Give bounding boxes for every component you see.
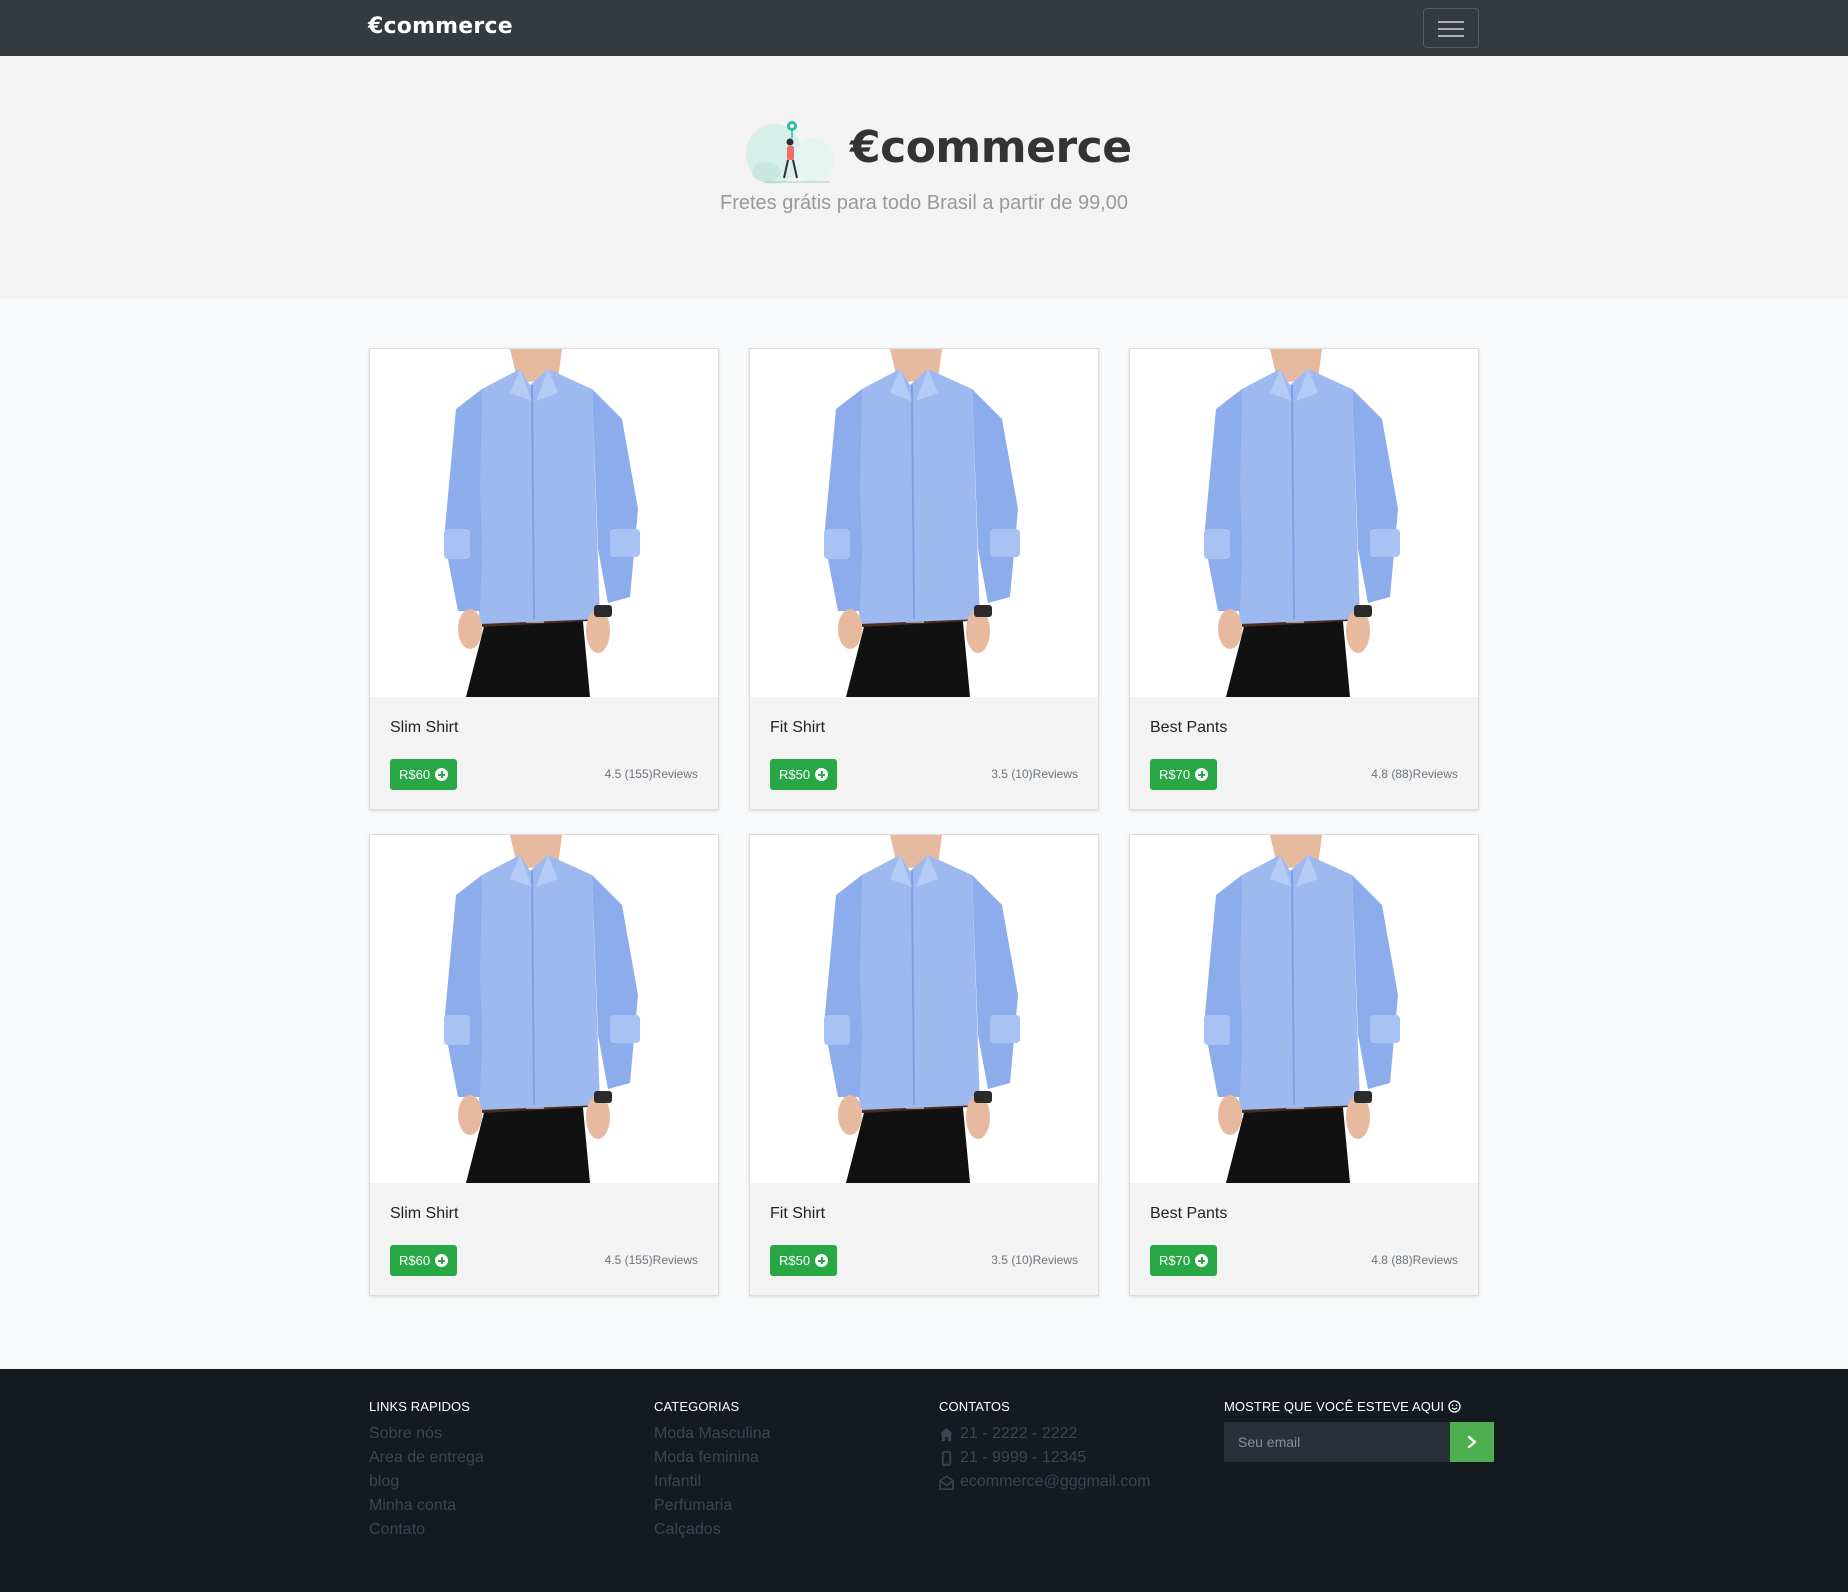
add-to-cart-button[interactable]: R$70: [1150, 1245, 1218, 1276]
newsletter-form: [1224, 1422, 1494, 1462]
product-reviews: 4.5 (155)Reviews: [604, 767, 698, 781]
product-price: R$70: [1159, 1253, 1191, 1268]
hamburger-icon-bar: [1438, 35, 1464, 37]
product-name[interactable]: Best Pants: [1150, 719, 1227, 737]
product-price: R$50: [779, 1253, 811, 1268]
footer-quick-links: LINKS RAPIDOS Sobre nós Area de entrega …: [369, 1399, 484, 1542]
product-card[interactable]: Best Pants R$70 4.8 (88)Reviews: [1129, 348, 1479, 810]
smile-icon: [1448, 1400, 1461, 1413]
plus-circle-icon: [1195, 768, 1209, 781]
delivery-illustration-icon: [746, 121, 834, 184]
footer-link-sobre-nos[interactable]: Sobre nós: [369, 1422, 484, 1446]
product-reviews: 4.8 (88)Reviews: [1371, 767, 1458, 781]
add-to-cart-button[interactable]: R$60: [390, 759, 458, 790]
plus-circle-icon: [815, 1254, 829, 1267]
footer-link-contato[interactable]: Contato: [369, 1518, 484, 1542]
footer-link-moda-feminina[interactable]: Moda feminina: [654, 1446, 771, 1470]
product-reviews: 4.8 (88)Reviews: [1371, 1253, 1458, 1267]
shirt-image: [1203, 349, 1401, 697]
footer-link-perfumaria[interactable]: Perfumaria: [654, 1494, 771, 1518]
hero-section: €commerce Fretes grátis para todo Brasil…: [0, 56, 1848, 299]
footer: LINKS RAPIDOS Sobre nós Area de entrega …: [0, 1369, 1848, 1592]
contact-mobile: 21 - 9999 - 12345: [939, 1446, 1151, 1470]
footer-heading: CONTATOS: [939, 1399, 1010, 1414]
product-card[interactable]: Slim Shirt R$60 4.5 (155)Reviews: [369, 348, 719, 810]
shirt-image: [1203, 835, 1401, 1183]
plus-circle-icon: [815, 768, 829, 781]
footer-link-blog[interactable]: blog: [369, 1470, 484, 1494]
contact-phone: 21 - 2222 - 2222: [939, 1422, 1151, 1446]
email-input[interactable]: [1224, 1422, 1450, 1462]
hero-title: €commerce: [850, 122, 1132, 173]
hero-subtitle: Fretes grátis para todo Brasil a partir …: [720, 192, 1128, 214]
shirt-image: [823, 349, 1021, 697]
product-name[interactable]: Fit Shirt: [770, 719, 825, 737]
product-card[interactable]: Fit Shirt R$50 3.5 (10)Reviews: [749, 834, 1099, 1296]
hamburger-icon-bar: [1438, 28, 1464, 30]
contact-email: ecommerce@gggmail.com: [939, 1470, 1151, 1494]
product-name[interactable]: Fit Shirt: [770, 1205, 825, 1223]
product-card[interactable]: Slim Shirt R$60 4.5 (155)Reviews: [369, 834, 719, 1296]
home-icon: [939, 1427, 954, 1441]
contact-mobile-text: 21 - 9999 - 12345: [960, 1449, 1087, 1466]
footer-link-infantil[interactable]: Infantil: [654, 1470, 771, 1494]
product-price: R$50: [779, 767, 811, 782]
menu-toggle-button[interactable]: [1423, 8, 1479, 48]
plus-circle-icon: [1195, 1254, 1209, 1267]
product-price: R$70: [1159, 767, 1191, 782]
hamburger-icon-bar: [1438, 21, 1464, 23]
plus-circle-icon: [435, 768, 449, 781]
contact-phone-text: 21 - 2222 - 2222: [960, 1425, 1078, 1442]
product-image[interactable]: [1130, 349, 1478, 697]
plus-circle-icon: [435, 1254, 449, 1267]
footer-link-moda-masculina[interactable]: Moda Masculina: [654, 1422, 771, 1446]
product-name[interactable]: Slim Shirt: [390, 719, 458, 737]
footer-heading: CATEGORIAS: [654, 1399, 740, 1414]
product-image[interactable]: [750, 835, 1098, 1183]
footer-categories: CATEGORIAS Moda Masculina Moda feminina …: [654, 1399, 771, 1542]
chevron-right-icon: [1467, 1435, 1477, 1449]
footer-heading: LINKS RAPIDOS: [369, 1399, 470, 1414]
contact-email-text[interactable]: ecommerce@gggmail.com: [960, 1470, 1151, 1494]
product-price: R$60: [399, 1253, 431, 1268]
navbar: €commerce: [0, 0, 1848, 56]
footer-link-minha-conta[interactable]: Minha conta: [369, 1494, 484, 1518]
navbar-brand[interactable]: €commerce: [368, 14, 513, 39]
newsletter-title: MOSTRE QUE VOCÊ ESTEVE AQUI: [1224, 1399, 1445, 1414]
product-name[interactable]: Best Pants: [1150, 1205, 1227, 1223]
add-to-cart-button[interactable]: R$50: [770, 759, 838, 790]
product-image[interactable]: [750, 349, 1098, 697]
add-to-cart-button[interactable]: R$50: [770, 1245, 838, 1276]
add-to-cart-button[interactable]: R$70: [1150, 759, 1218, 790]
product-price: R$60: [399, 767, 431, 782]
shirt-image: [443, 349, 641, 697]
product-card[interactable]: Best Pants R$70 4.8 (88)Reviews: [1129, 834, 1479, 1296]
product-image[interactable]: [370, 835, 718, 1183]
footer-heading: MOSTRE QUE VOCÊ ESTEVE AQUI: [1224, 1399, 1494, 1414]
add-to-cart-button[interactable]: R$60: [390, 1245, 458, 1276]
submit-email-button[interactable]: [1450, 1422, 1494, 1462]
mobile-phone-icon: [941, 1450, 952, 1466]
product-reviews: 4.5 (155)Reviews: [604, 1253, 698, 1267]
product-reviews: 3.5 (10)Reviews: [991, 767, 1078, 781]
product-card[interactable]: Fit Shirt R$50 3.5 (10)Reviews: [749, 348, 1099, 810]
footer-contacts: CONTATOS 21 - 2222 - 2222 21 - 9999 - 12…: [939, 1399, 1151, 1494]
envelope-open-icon: [939, 1475, 954, 1490]
shirt-image: [443, 835, 641, 1183]
footer-link-calcados[interactable]: Calçados: [654, 1518, 771, 1542]
footer-link-area-de-entrega[interactable]: Area de entrega: [369, 1446, 484, 1470]
product-image[interactable]: [1130, 835, 1478, 1183]
product-reviews: 3.5 (10)Reviews: [991, 1253, 1078, 1267]
footer-newsletter: MOSTRE QUE VOCÊ ESTEVE AQUI: [1224, 1399, 1494, 1462]
shirt-image: [823, 835, 1021, 1183]
product-image[interactable]: [370, 349, 718, 697]
product-name[interactable]: Slim Shirt: [390, 1205, 458, 1223]
